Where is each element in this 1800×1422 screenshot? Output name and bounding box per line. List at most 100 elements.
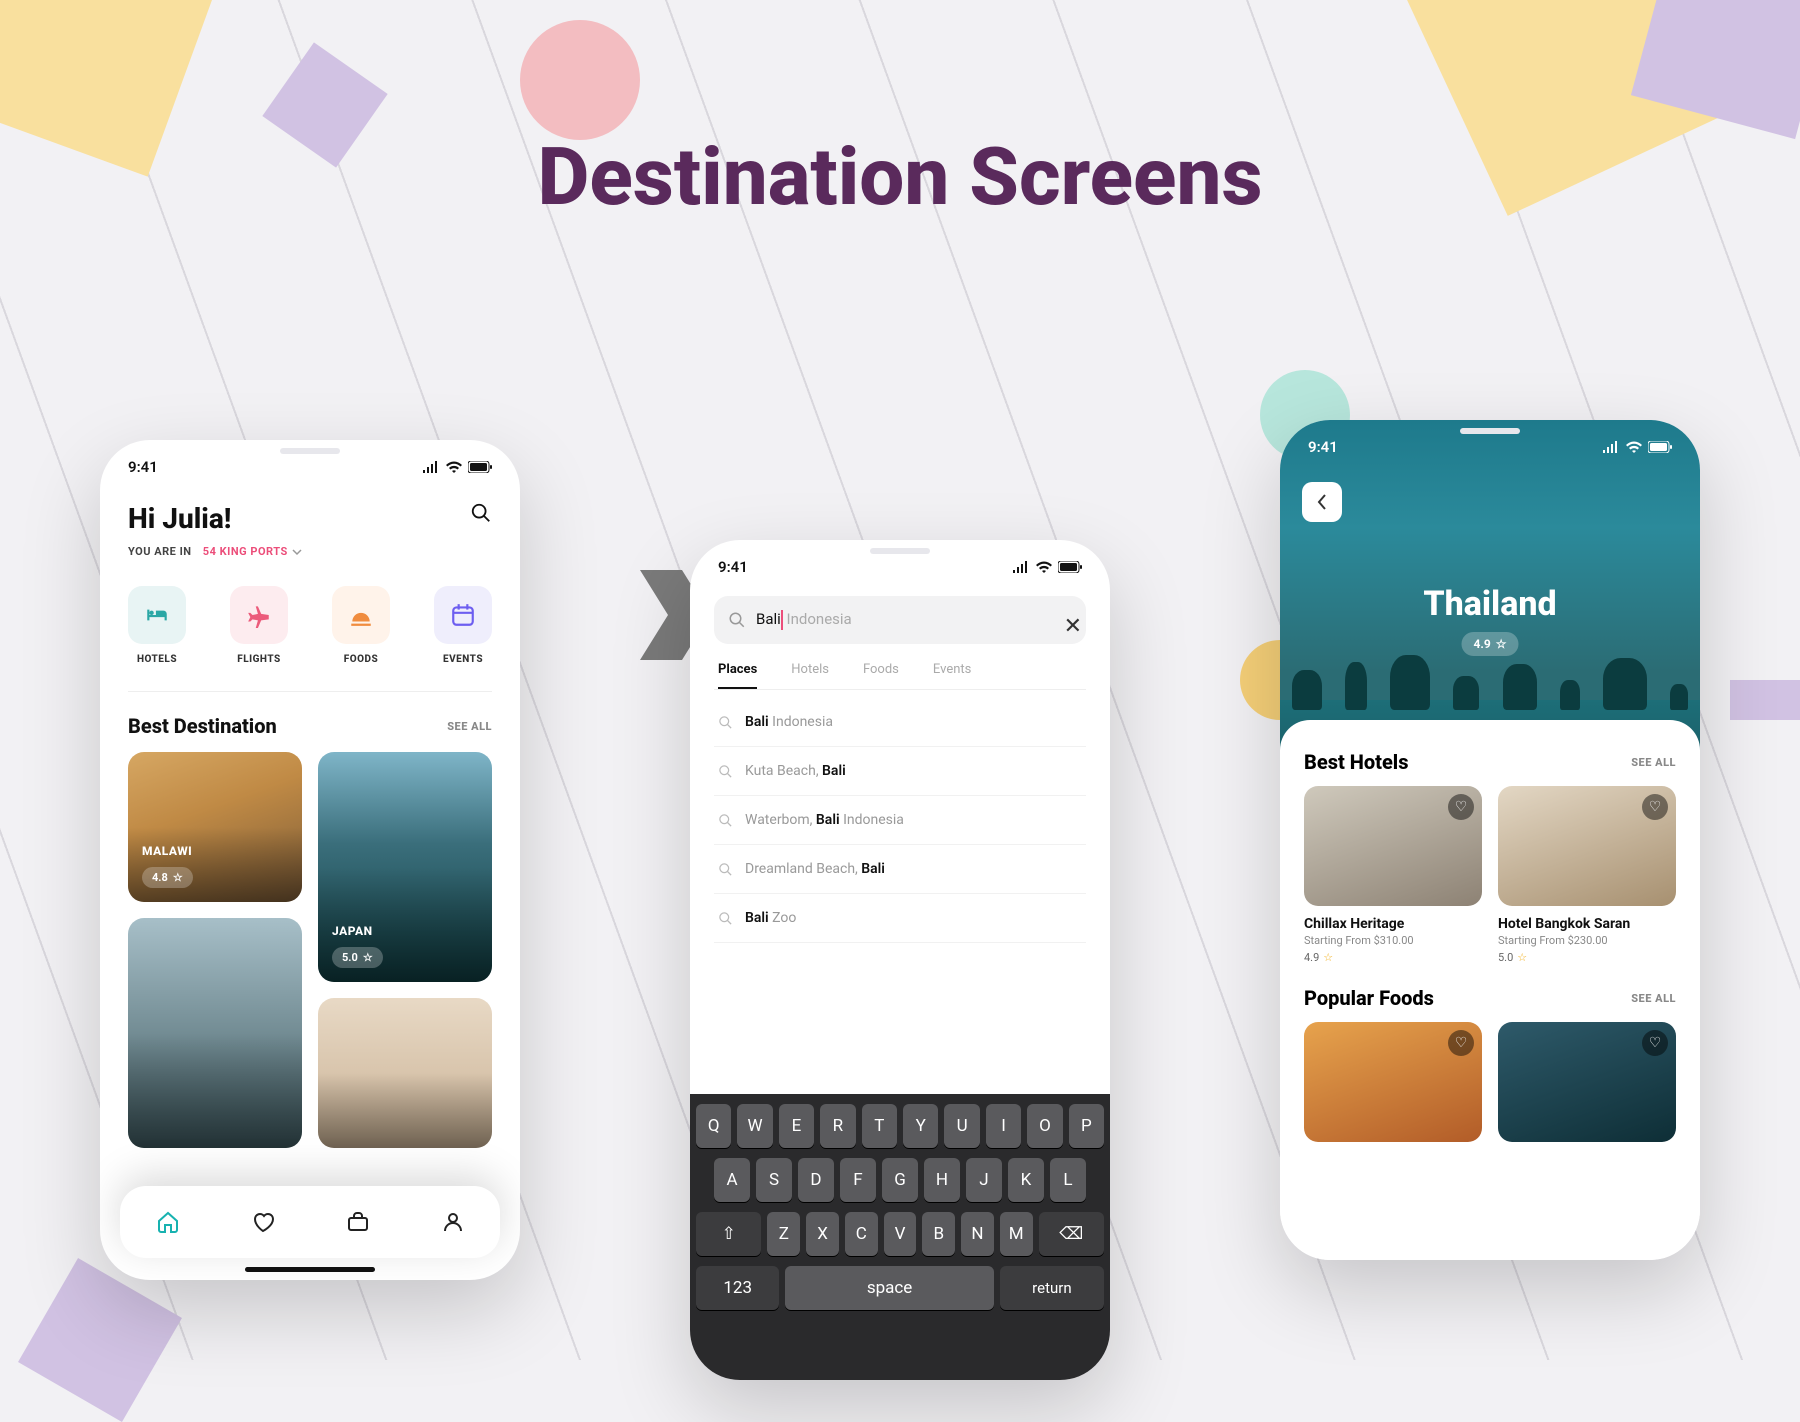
food-card[interactable]: ♡: [1498, 1022, 1676, 1142]
key[interactable]: D: [798, 1158, 834, 1202]
search-placeholder: Indonesia: [783, 610, 852, 628]
status-time: 9:41: [1308, 438, 1338, 456]
list-item[interactable]: Kuta Beach, Bali: [714, 747, 1086, 796]
heart-icon[interactable]: ♡: [1448, 794, 1474, 820]
status-time: 9:41: [718, 558, 748, 576]
destination-name: MALAWI: [142, 844, 192, 858]
search-icon: [718, 911, 733, 926]
list-item[interactable]: Dreamland Beach, Bali: [714, 845, 1086, 894]
destination-card-japan[interactable]: JAPAN 5.0 ☆: [318, 752, 492, 982]
destination-card[interactable]: [128, 918, 302, 1148]
back-button[interactable]: [1302, 482, 1342, 522]
search-input[interactable]: Bali Indonesia: [714, 596, 1086, 644]
food-card[interactable]: ♡: [1304, 1022, 1482, 1142]
key[interactable]: I: [986, 1104, 1021, 1148]
phone-notch: [215, 440, 405, 466]
key[interactable]: F: [840, 1158, 876, 1202]
key[interactable]: R: [820, 1104, 855, 1148]
status-indicators: [1012, 561, 1082, 573]
section-title: Best Hotels: [1304, 750, 1408, 774]
key[interactable]: S: [756, 1158, 792, 1202]
search-icon: [718, 715, 733, 730]
category-flights[interactable]: FLIGHTS: [230, 586, 288, 665]
key[interactable]: X: [806, 1212, 839, 1256]
key[interactable]: K: [1008, 1158, 1044, 1202]
category-foods[interactable]: FOODS: [332, 586, 390, 665]
key[interactable]: Z: [767, 1212, 800, 1256]
destination-detail-screen: 9:41 Thailand 4.9 ☆ Best Hotels SEE ALL: [1280, 420, 1700, 1260]
key[interactable]: M: [1000, 1212, 1033, 1256]
see-all-link[interactable]: SEE ALL: [1631, 756, 1676, 769]
key[interactable]: W: [737, 1104, 772, 1148]
destination-card-malawi[interactable]: MALAWI 4.8 ☆: [128, 752, 302, 902]
list-item[interactable]: Waterbom, Bali Indonesia: [714, 796, 1086, 845]
backspace-key[interactable]: ⌫: [1039, 1212, 1104, 1256]
key[interactable]: J: [966, 1158, 1002, 1202]
tab-places[interactable]: Places: [718, 662, 757, 689]
shift-key[interactable]: ⇧: [696, 1212, 761, 1256]
home-indicator: [245, 1267, 375, 1272]
greeting: Hi Julia!: [128, 502, 231, 535]
see-all-link[interactable]: SEE ALL: [447, 720, 492, 733]
status-time: 9:41: [128, 458, 158, 476]
nav-home[interactable]: [155, 1209, 181, 1235]
tab-foods[interactable]: Foods: [863, 662, 899, 689]
key[interactable]: H: [924, 1158, 960, 1202]
key[interactable]: G: [882, 1158, 918, 1202]
search-icon: [718, 813, 733, 828]
star-icon: ☆: [1323, 951, 1333, 964]
key[interactable]: Y: [903, 1104, 938, 1148]
chevron-down-icon[interactable]: [292, 547, 302, 557]
hotel-card[interactable]: ♡ Hotel Bangkok Saran Starting From $230…: [1498, 786, 1676, 964]
hotel-name: Chillax Heritage: [1304, 916, 1482, 932]
key[interactable]: Q: [696, 1104, 731, 1148]
heart-icon[interactable]: ♡: [1448, 1030, 1474, 1056]
key[interactable]: U: [944, 1104, 979, 1148]
search-tabs: Places Hotels Foods Events: [690, 644, 1110, 689]
hotel-price: Starting From $230.00: [1498, 934, 1676, 947]
key[interactable]: O: [1027, 1104, 1062, 1148]
hotel-rating: 5.0☆: [1498, 951, 1676, 964]
key[interactable]: T: [862, 1104, 897, 1148]
tab-hotels[interactable]: Hotels: [791, 662, 829, 689]
search-icon[interactable]: [470, 502, 492, 524]
location-value[interactable]: 54 KING PORTS: [203, 545, 288, 558]
list-item[interactable]: Bali Indonesia: [714, 698, 1086, 747]
nav-trips[interactable]: [345, 1209, 371, 1235]
section-title: Popular Foods: [1304, 986, 1434, 1010]
heart-icon[interactable]: ♡: [1642, 1030, 1668, 1056]
list-item[interactable]: Bali Zoo: [714, 894, 1086, 943]
key[interactable]: A: [714, 1158, 750, 1202]
status-indicators: [422, 461, 492, 473]
hotel-name: Hotel Bangkok Saran: [1498, 916, 1676, 932]
heart-icon[interactable]: ♡: [1642, 794, 1668, 820]
nav-profile[interactable]: [440, 1209, 466, 1235]
search-screen: 9:41 Bali Indonesia ✕ Places Hotels Food…: [690, 540, 1110, 1380]
rating-pill: 5.0 ☆: [332, 947, 383, 968]
star-icon: ☆: [363, 951, 373, 964]
key[interactable]: P: [1069, 1104, 1104, 1148]
key[interactable]: V: [884, 1212, 917, 1256]
return-key[interactable]: return: [1000, 1266, 1104, 1310]
key[interactable]: N: [961, 1212, 994, 1256]
key[interactable]: E: [779, 1104, 814, 1148]
search-icon: [718, 862, 733, 877]
category-events[interactable]: EVENTS: [434, 586, 492, 665]
destination-card[interactable]: [318, 998, 492, 1148]
hotel-card[interactable]: ♡ Chillax Heritage Starting From $310.00…: [1304, 786, 1482, 964]
space-key[interactable]: space: [785, 1266, 993, 1310]
key[interactable]: L: [1050, 1158, 1086, 1202]
category-label: FOODS: [344, 654, 378, 665]
nav-favorites[interactable]: [250, 1209, 276, 1235]
close-icon[interactable]: ✕: [1064, 614, 1082, 639]
key[interactable]: C: [845, 1212, 878, 1256]
tab-events[interactable]: Events: [933, 662, 971, 689]
content-sheet: Best Hotels SEE ALL ♡ Chillax Heritage S…: [1280, 720, 1700, 1260]
phone-notch: [805, 540, 995, 566]
key[interactable]: B: [922, 1212, 955, 1256]
numbers-key[interactable]: 123: [696, 1266, 779, 1310]
see-all-link[interactable]: SEE ALL: [1631, 992, 1676, 1005]
destination-name: JAPAN: [332, 924, 373, 938]
calendar-icon: [434, 586, 492, 644]
category-hotels[interactable]: HOTELS: [128, 586, 186, 665]
